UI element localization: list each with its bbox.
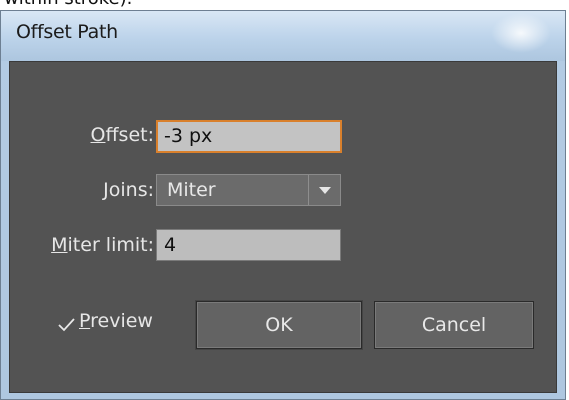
joins-selected-value: Miter — [167, 179, 216, 201]
cancel-button[interactable]: Cancel — [374, 301, 534, 349]
miter-limit-value: 4 — [164, 234, 177, 256]
miter-limit-input[interactable]: 4 — [156, 229, 341, 261]
joins-dropdown[interactable]: Miter — [156, 174, 341, 206]
preview-label[interactable]: Preview — [79, 310, 153, 332]
preview-label-mnemonic: P — [79, 310, 91, 332]
preview-checkbox[interactable] — [57, 316, 76, 335]
joins-label-rest: oins: — [108, 179, 154, 201]
offset-input[interactable]: -3 px — [156, 120, 342, 153]
offset-label: Offset: — [72, 124, 155, 146]
offset-path-dialog: Offset Path Offset: -3 px Joins: Miter M… — [0, 10, 566, 400]
miter-limit-label-rest: iter limit: — [67, 234, 154, 256]
chevron-down-icon[interactable] — [308, 175, 340, 205]
background-page-text: within stroke). — [0, 0, 569, 10]
offset-value: -3 px — [164, 125, 213, 147]
page-text-fragment: within stroke). — [4, 0, 132, 9]
dialog-titlebar[interactable]: Offset Path — [1, 11, 565, 61]
joins-label: Joins: — [72, 179, 154, 201]
ok-button[interactable]: OK — [196, 301, 362, 349]
offset-label-mnemonic: O — [90, 124, 106, 146]
checkmark-icon — [58, 318, 75, 332]
offset-label-rest: ffset: — [105, 124, 154, 146]
preview-label-rest: review — [90, 310, 153, 332]
miter-limit-label: Miter limit: — [40, 234, 154, 256]
dialog-body: Offset: -3 px Joins: Miter Miter limit: … — [9, 61, 557, 393]
dialog-title: Offset Path — [16, 21, 118, 43]
miter-limit-label-mnemonic: M — [51, 234, 68, 256]
